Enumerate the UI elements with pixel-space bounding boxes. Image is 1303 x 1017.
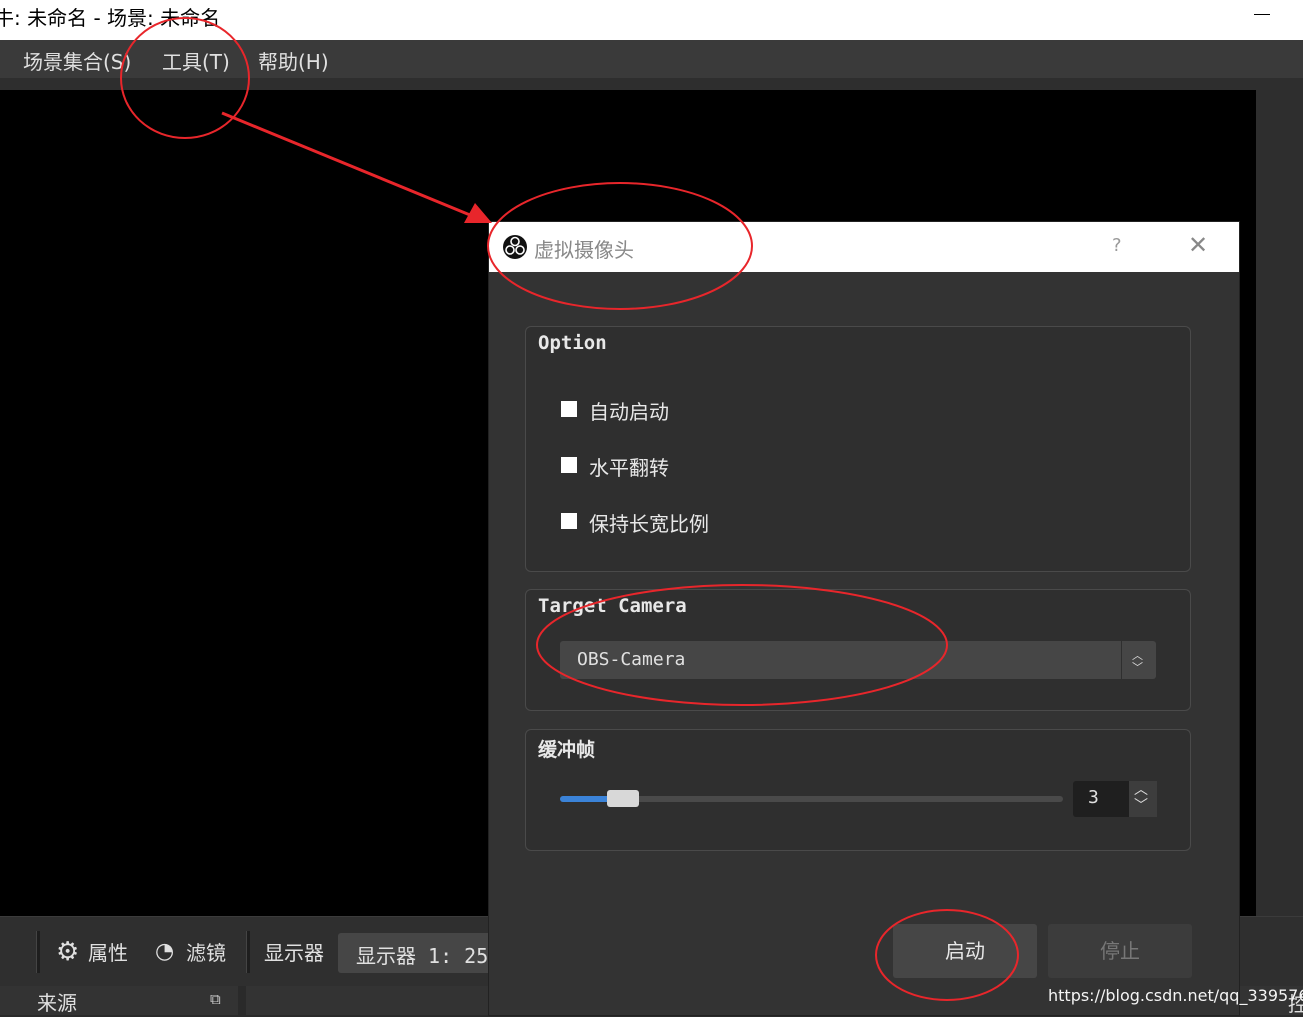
target-camera-group: Target Camera OBS-Camera ︿ ﹀ bbox=[525, 589, 1191, 711]
start-button[interactable]: 启动 bbox=[893, 924, 1037, 978]
chevron-updown-icon[interactable]: ︿ ﹀ bbox=[1121, 641, 1156, 679]
window-titlebar: 牛: 未命名 - 场景: 未命名 bbox=[0, 0, 1303, 40]
minimize-icon[interactable] bbox=[1254, 14, 1270, 15]
checkbox-box[interactable] bbox=[561, 401, 577, 417]
buffer-frames-title: 缓冲帧 bbox=[538, 739, 596, 761]
stop-button[interactable]: 停止 bbox=[1048, 924, 1192, 978]
menu-scene-collection[interactable]: 场景集合(S) bbox=[23, 46, 131, 75]
menu-tools[interactable]: 工具(T) bbox=[162, 46, 230, 75]
spin-up-icon[interactable]: ︿ bbox=[1134, 783, 1148, 797]
sources-title: 来源 bbox=[37, 991, 77, 1015]
gear-icon[interactable]: ⚙ bbox=[56, 937, 79, 967]
slider-fill bbox=[560, 796, 611, 802]
checkbox-label: 自动启动 bbox=[589, 400, 669, 424]
close-icon[interactable]: ✕ bbox=[1188, 231, 1208, 259]
spin-buttons: ︿ ﹀ bbox=[1129, 781, 1157, 817]
obs-logo-icon bbox=[503, 235, 527, 259]
checkbox-box[interactable] bbox=[561, 457, 577, 473]
sources-dock-header: 来源 ⧉ bbox=[0, 986, 238, 1015]
checkbox-label: 保持长宽比例 bbox=[589, 512, 709, 536]
dock-icon[interactable]: ⧉ bbox=[210, 990, 221, 1008]
filters-button[interactable]: 滤镜 bbox=[186, 937, 226, 966]
buffer-spinbox[interactable]: 3 ︿ ﹀ bbox=[1073, 781, 1157, 817]
option-group: Option 自动启动 水平翻转 保持长宽比例 bbox=[525, 326, 1191, 572]
buffer-slider[interactable] bbox=[560, 790, 1063, 807]
spin-down-icon[interactable]: ﹀ bbox=[1134, 799, 1148, 813]
properties-button[interactable]: 属性 bbox=[88, 937, 128, 966]
display-select[interactable]: 显示器 1: 256 bbox=[338, 933, 508, 973]
option-group-title: Option bbox=[538, 332, 607, 354]
dialog-titlebar: 虚拟摄像头 ? ✕ bbox=[489, 222, 1239, 272]
target-camera-title: Target Camera bbox=[538, 595, 687, 617]
target-camera-select[interactable]: OBS-Camera ︿ ﹀ bbox=[560, 641, 1156, 679]
checkbox-box[interactable] bbox=[561, 513, 577, 529]
virtual-camera-dialog: 虚拟摄像头 ? ✕ Option 自动启动 水平翻转 保持长宽比例 Target… bbox=[489, 222, 1239, 1015]
menu-help[interactable]: 帮助(H) bbox=[258, 46, 329, 75]
window-title: 牛: 未命名 - 场景: 未命名 bbox=[0, 6, 221, 30]
target-camera-value: OBS-Camera bbox=[577, 649, 686, 670]
toolbar-separator bbox=[36, 931, 40, 973]
filter-icon[interactable]: ◔ bbox=[155, 937, 174, 967]
dialog-title: 虚拟摄像头 bbox=[534, 238, 634, 262]
toolbar-separator bbox=[246, 931, 250, 973]
watermark: https://blog.csdn.net/qq_33957603 bbox=[1048, 986, 1303, 1005]
help-icon[interactable]: ? bbox=[1112, 235, 1122, 256]
checkbox-label: 水平翻转 bbox=[589, 456, 669, 480]
buffer-value[interactable]: 3 bbox=[1088, 787, 1099, 808]
display-label: 显示器 bbox=[264, 941, 324, 965]
slider-handle[interactable] bbox=[607, 790, 639, 807]
buffer-frames-group: 缓冲帧 3 ︿ ﹀ bbox=[525, 729, 1191, 851]
menu-bar: 场景集合(S) 工具(T) 帮助(H) bbox=[0, 40, 1303, 78]
display-select-value: 显示器 1: 256 bbox=[356, 944, 501, 968]
